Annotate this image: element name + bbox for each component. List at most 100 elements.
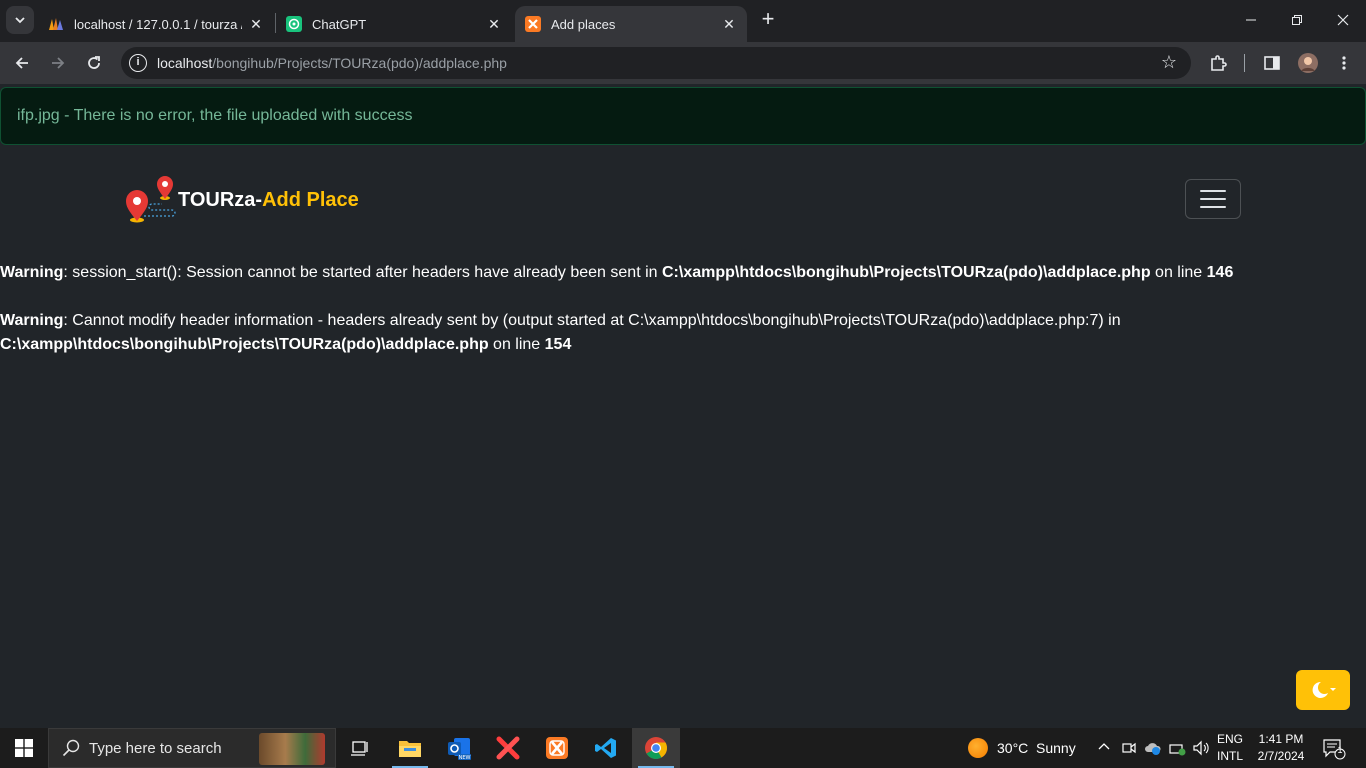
arrow-left-icon — [15, 57, 28, 69]
profile-avatar[interactable] — [1296, 51, 1320, 75]
tab-title: ChatGPT — [312, 16, 367, 32]
tab-chatgpt[interactable]: ChatGPT ✕ — [276, 6, 512, 42]
php-warning-session: Warning: session_start(): Session cannot… — [0, 261, 1366, 285]
close-icon[interactable]: ✕ — [248, 16, 264, 32]
weather-temperature[interactable]: 30°C — [997, 740, 1028, 756]
moon-icon — [1312, 681, 1336, 698]
warning-file: C:\xampp\htdocs\bongihub\Projects\TOURza… — [661, 264, 1151, 281]
xmind-icon — [496, 736, 520, 760]
browser-tab-strip: localhost / 127.0.0.1 / tourza / r ✕ Cha… — [0, 0, 1366, 42]
chevron-up-icon — [1098, 743, 1110, 750]
warning-message: : Cannot modify header information - hea… — [63, 312, 1121, 329]
map-pin-logo-icon — [126, 176, 176, 223]
close-icon[interactable]: ✕ — [486, 16, 502, 32]
tab-search-button[interactable] — [6, 6, 34, 34]
warning-label: Warning — [0, 264, 64, 281]
url-path: /bongihub/Projects/TOURza(pdo)/addplace.… — [212, 55, 507, 71]
windows-logo-icon — [15, 739, 33, 757]
browser-menu-button[interactable] — [1332, 51, 1356, 75]
hamburger-icon — [1200, 198, 1226, 200]
kebab-menu-icon — [1342, 56, 1346, 70]
minimize-icon — [1246, 19, 1256, 21]
side-panel-icon — [1264, 56, 1280, 70]
minimize-button[interactable] — [1228, 0, 1274, 40]
warning-line: 146 — [1206, 264, 1234, 281]
network-tray-button[interactable] — [1168, 740, 1186, 761]
search-highlight-image — [259, 733, 325, 765]
chatgpt-icon — [286, 16, 302, 32]
svg-text:NEW: NEW — [459, 755, 471, 761]
file-explorer-button[interactable] — [386, 728, 434, 768]
meet-now-tray-button[interactable] — [1121, 740, 1137, 761]
xampp-button[interactable] — [533, 728, 581, 768]
site-info-icon[interactable]: i — [129, 54, 147, 72]
network-icon — [1169, 744, 1186, 756]
warning-line: 154 — [544, 336, 572, 353]
brand-name: TOURza- — [178, 188, 263, 211]
forward-button[interactable] — [44, 49, 72, 77]
chevron-down-icon — [15, 17, 25, 24]
tab-add-places[interactable]: Add places ✕ — [515, 6, 747, 42]
warning-file: C:\xampp\htdocs\bongihub\Projects\TOURza… — [0, 336, 489, 353]
new-tab-button[interactable]: + — [756, 8, 780, 32]
address-bar[interactable]: i localhost/bongihub/Projects/TOURza(pdo… — [121, 47, 1191, 79]
vscode-icon — [595, 738, 616, 758]
tab-phpmyadmin[interactable]: localhost / 127.0.0.1 / tourza / r ✕ — [38, 6, 274, 42]
reload-button[interactable] — [80, 49, 108, 77]
restore-icon — [1292, 15, 1302, 25]
avatar-icon — [1298, 53, 1318, 73]
xmind-button[interactable] — [484, 728, 532, 768]
notifications-button[interactable]: 1 — [1322, 738, 1346, 765]
close-icon — [1337, 14, 1349, 26]
language-layout: INTL — [1216, 749, 1243, 763]
language-lang: ENG — [1216, 732, 1243, 746]
close-icon[interactable]: ✕ — [721, 16, 737, 32]
start-button[interactable] — [0, 728, 48, 768]
clock[interactable]: 1:41 PM 2/7/2024 — [1252, 731, 1310, 765]
site-navbar: TOURza-Add Place — [0, 145, 1366, 239]
close-window-button[interactable] — [1320, 0, 1366, 40]
phpmyadmin-icon — [48, 16, 64, 32]
bookmark-star-icon[interactable]: ☆ — [1161, 52, 1177, 73]
cloud-icon — [1145, 743, 1161, 755]
back-button[interactable] — [8, 49, 36, 77]
tab-title: localhost / 127.0.0.1 / tourza / r — [74, 16, 242, 32]
side-panel-button[interactable] — [1260, 51, 1284, 75]
xampp-icon — [546, 737, 568, 759]
upload-success-alert: ifp.jpg - There is no error, the file up… — [0, 87, 1366, 145]
outlook-new-button[interactable]: NEW — [435, 728, 483, 768]
xampp-icon — [525, 16, 541, 32]
weather-sun-icon[interactable] — [968, 738, 988, 758]
hamburger-icon — [1200, 190, 1226, 192]
weather-condition[interactable]: Sunny — [1036, 740, 1076, 756]
warning-on-line: on line — [488, 336, 545, 353]
alert-message: ifp.jpg - There is no error, the file up… — [17, 107, 413, 124]
search-placeholder: Type here to search — [89, 739, 222, 757]
taskbar-search[interactable]: Type here to search — [48, 728, 336, 768]
navbar-toggler-button[interactable] — [1185, 179, 1241, 219]
arrow-right-icon — [52, 57, 65, 69]
chrome-button[interactable] — [632, 728, 680, 768]
reload-icon — [88, 56, 100, 69]
windows-taskbar: Type here to search NEW 30°C Sunny ENG I… — [0, 728, 1366, 768]
volume-tray-button[interactable] — [1192, 740, 1210, 761]
onedrive-tray-button[interactable] — [1144, 740, 1162, 761]
theme-toggle-button[interactable] — [1296, 670, 1350, 710]
warning-on-line: on line — [1150, 264, 1207, 281]
brand-title: TOURza-Add Place — [178, 189, 359, 212]
camera-icon — [1122, 742, 1136, 754]
extensions-button[interactable] — [1206, 51, 1230, 75]
task-view-button[interactable] — [336, 728, 384, 768]
notification-count: 1 — [1337, 745, 1343, 755]
vscode-button[interactable] — [582, 728, 630, 768]
language-indicator[interactable]: ENG INTL — [1214, 731, 1246, 765]
puzzle-icon — [1211, 55, 1227, 71]
brand-link[interactable]: TOURza-Add Place — [122, 172, 359, 228]
restore-button[interactable] — [1274, 0, 1320, 40]
tab-title: Add places — [551, 16, 616, 32]
page-content: ifp.jpg - There is no error, the file up… — [0, 84, 1366, 728]
browser-toolbar: i localhost/bongihub/Projects/TOURza(pdo… — [0, 42, 1366, 84]
warning-message: : session_start(): Session cannot be sta… — [63, 264, 662, 281]
file-explorer-icon — [399, 741, 421, 757]
show-hidden-icons-button[interactable] — [1097, 740, 1111, 759]
